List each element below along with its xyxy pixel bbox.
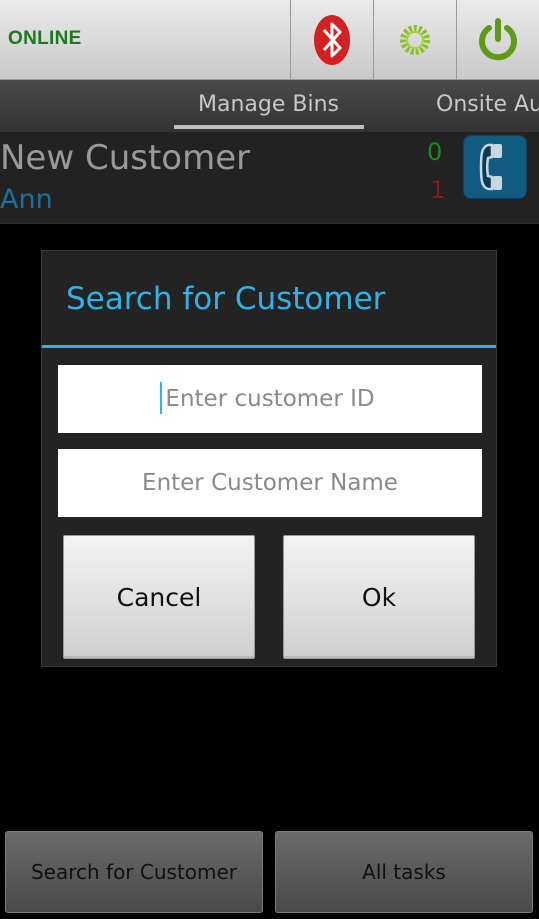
power-icon xyxy=(479,18,517,61)
all-tasks-button[interactable]: All tasks xyxy=(275,831,533,913)
tab-selected-indicator xyxy=(174,125,364,129)
dialog-title-divider xyxy=(42,345,496,348)
sync-gear-icon xyxy=(399,25,430,55)
tab-manage-bins[interactable]: Manage Bins xyxy=(198,92,339,117)
ok-button[interactable]: Ok xyxy=(283,535,475,659)
cancel-button[interactable]: Cancel xyxy=(63,535,255,659)
connection-status: ONLINE xyxy=(8,28,82,49)
tab-strip: Manage Bins Onsite Au xyxy=(0,80,539,132)
tab-onsite[interactable]: Onsite Au xyxy=(436,92,539,117)
customer-id-input[interactable] xyxy=(58,365,482,433)
text-caret xyxy=(160,382,162,414)
top-status-bar: ONLINE xyxy=(0,0,539,80)
count-green: 0 xyxy=(427,138,443,166)
search-for-customer-button[interactable]: Search for Customer xyxy=(5,831,263,913)
phone-icon xyxy=(479,143,502,191)
count-red: 1 xyxy=(430,176,446,204)
search-customer-dialog: Search for Customer Cancel Ok xyxy=(41,250,497,667)
call-button[interactable] xyxy=(463,135,527,199)
sync-button[interactable] xyxy=(373,0,455,80)
dialog-title: Search for Customer xyxy=(66,281,386,317)
customer-row[interactable]: New Customer Ann 0 1 xyxy=(0,132,539,224)
customer-name-input[interactable] xyxy=(58,449,482,517)
customer-title: New Customer xyxy=(0,138,251,178)
bluetooth-button[interactable] xyxy=(290,0,372,80)
power-button[interactable] xyxy=(456,0,539,80)
customer-name: Ann xyxy=(0,184,53,215)
bluetooth-icon xyxy=(313,15,350,65)
